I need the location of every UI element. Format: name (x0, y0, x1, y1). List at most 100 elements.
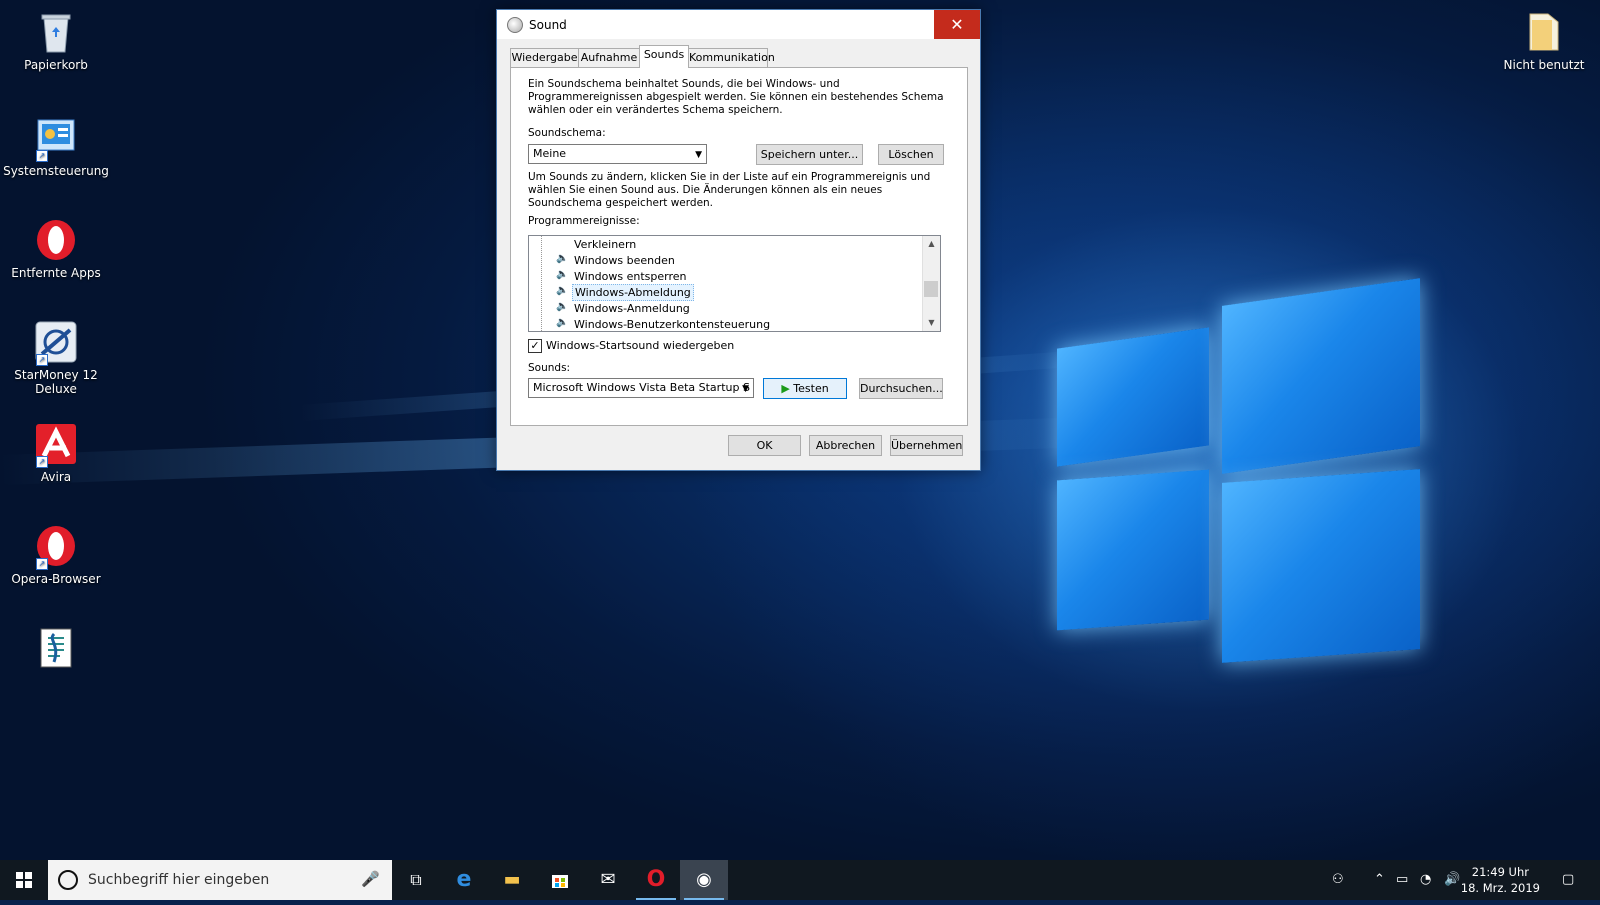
windows-logo-pane (1222, 469, 1420, 663)
speaker-icon: 🔈 (556, 253, 569, 264)
tab-communication[interactable]: Kommunikation (688, 48, 775, 67)
speaker-icon: 🔈 (556, 285, 569, 296)
desktop-icon-avira[interactable]: ↗ Avira (0, 422, 112, 484)
events-scrollbar[interactable]: ▲ ▼ (922, 236, 940, 331)
dialog-title: Sound (529, 18, 567, 32)
list-item-selected[interactable]: Windows-Abmeldung (572, 284, 694, 301)
events-label: Programmereignisse: (528, 215, 640, 227)
desktop-icon-label: Entfernte Apps (11, 266, 101, 280)
control-panel-icon: ↗ (34, 116, 78, 162)
desktop-icon-label: Papierkorb (24, 58, 88, 72)
windows-logo-pane (1057, 469, 1209, 631)
avira-icon: ↗ (34, 422, 78, 468)
list-item[interactable]: Windows beenden (572, 253, 677, 268)
desktop: Papierkorb ↗ Systemsteuerung Entfernte A… (0, 0, 1600, 860)
list-item[interactable]: Windows-Benutzerkontensteuerung (572, 317, 772, 331)
cortana-icon (58, 870, 78, 890)
apply-button[interactable]: Übernehmen (890, 435, 963, 456)
browse-button[interactable]: Durchsuchen... (859, 378, 943, 399)
scrollbar-thumb[interactable] (924, 281, 938, 297)
chevron-down-icon: ▼ (742, 384, 749, 394)
close-button[interactable]: ✕ (934, 10, 980, 39)
sound-app-icon[interactable]: ◉ (680, 860, 728, 900)
mail-icon[interactable]: ✉ (584, 860, 632, 900)
windows-start-icon (16, 872, 32, 888)
scheme-value: Meine (533, 147, 567, 160)
scroll-up-icon[interactable]: ▲ (923, 236, 940, 252)
shortcut-arrow-icon: ↗ (36, 456, 48, 468)
search-placeholder: Suchbegriff hier eingeben (88, 872, 270, 888)
delete-button[interactable]: Löschen (878, 144, 944, 165)
shortcut-arrow-icon: ↗ (36, 558, 48, 570)
battery-icon[interactable]: ▭ (1396, 860, 1408, 900)
play-icon: ▶ (781, 382, 790, 395)
desktop-icon-label: Avira (40, 470, 72, 484)
opera-icon: ↗ (34, 524, 78, 570)
test-button-label: Testen (793, 382, 829, 395)
desktop-icon-label: StarMoney 12 Deluxe (14, 368, 98, 396)
program-events-list[interactable]: Verkleinern 🔈 Windows beenden 🔈 Windows … (528, 235, 941, 332)
clock-date: 18. Mrz. 2019 (1460, 881, 1540, 895)
opera-icon[interactable]: O (632, 860, 680, 900)
sound-dialog: Sound ✕ Wiedergabe Aufnahme Sounds Kommu… (496, 9, 981, 471)
people-icon[interactable]: ⚇ (1332, 860, 1344, 900)
list-item[interactable]: Windows-Anmeldung (572, 301, 692, 316)
taskbar: Suchbegriff hier eingeben 🎤 ⧉ e ▬ ✉ O ◉ … (0, 860, 1600, 900)
test-button[interactable]: ▶ Testen (763, 378, 847, 399)
tab-playback[interactable]: Wiedergabe (510, 48, 579, 67)
windows-logo-pane (1057, 327, 1209, 467)
cancel-button[interactable]: Abbrechen (809, 435, 882, 456)
sound-value: Microsoft Windows Vista Beta Startup S (533, 381, 750, 394)
tree-line (541, 236, 543, 331)
sounds-label: Sounds: (528, 362, 571, 374)
desktop-icon-remote-apps[interactable]: Entfernte Apps (0, 218, 112, 280)
tab-sounds[interactable]: Sounds (639, 45, 689, 68)
desktop-icon-control-panel[interactable]: ↗ Systemsteuerung (0, 116, 112, 178)
desktop-icon-label: Opera-Browser (11, 572, 101, 586)
folder-icon (1522, 10, 1566, 54)
clock-time: 21:49 Uhr (1471, 865, 1529, 879)
volume-icon[interactable]: 🔊 (1444, 860, 1460, 900)
clock[interactable]: 21:49 Uhr 18. Mrz. 2019 (1461, 864, 1540, 896)
task-view-icon[interactable]: ⧉ (392, 860, 440, 900)
change-text: Um Sounds zu ändern, klicken Sie in der … (528, 171, 931, 209)
dialog-titlebar[interactable]: Sound ✕ (497, 10, 980, 39)
startup-sound-label[interactable]: Windows-Startsound wiedergeben (546, 339, 734, 352)
desktop-icon-script-file[interactable] (0, 626, 112, 674)
speaker-icon: 🔈 (556, 317, 569, 328)
list-item[interactable]: Verkleinern (572, 237, 638, 252)
scheme-label: Soundschema: (528, 127, 606, 139)
edge-icon[interactable]: e (440, 860, 488, 900)
chevron-up-icon[interactable]: ⌃ (1374, 860, 1385, 900)
save-as-button[interactable]: Speichern unter... (756, 144, 863, 165)
list-item[interactable]: Windows entsperren (572, 269, 688, 284)
scheme-select[interactable]: Meine ▼ (528, 144, 707, 164)
scroll-down-icon[interactable]: ▼ (923, 315, 940, 331)
tab-recording[interactable]: Aufnahme (578, 48, 640, 67)
sounds-panel: Ein Soundschema beinhaltet Sounds, die b… (510, 67, 968, 426)
desktop-icon-opera-browser[interactable]: ↗ Opera-Browser (0, 524, 112, 586)
opera-icon (34, 218, 78, 262)
search-input[interactable]: Suchbegriff hier eingeben 🎤 (48, 860, 392, 900)
startup-sound-checkbox[interactable]: ✓ (528, 339, 542, 353)
store-icon[interactable] (536, 860, 584, 900)
starmoney-icon: ↗ (34, 320, 78, 366)
ok-button[interactable]: OK (728, 435, 801, 456)
desktop-icon-recycle-bin[interactable]: Papierkorb (0, 10, 112, 72)
recycle-bin-icon (34, 10, 78, 54)
shortcut-arrow-icon: ↗ (36, 150, 48, 162)
shortcut-arrow-icon: ↗ (36, 354, 48, 366)
network-icon[interactable]: ◔ (1420, 860, 1431, 900)
file-explorer-icon[interactable]: ▬ (488, 860, 536, 900)
microphone-icon[interactable]: 🎤 (361, 870, 380, 888)
action-center-icon[interactable]: ▢ (1562, 860, 1574, 900)
desktop-icon-unused-folder[interactable]: Nicht benutzt (1488, 10, 1600, 72)
desktop-icon-label: Systemsteuerung (3, 164, 109, 178)
desktop-icon-starmoney[interactable]: ↗ StarMoney 12 Deluxe (0, 320, 112, 396)
desktop-icon-label: Nicht benutzt (1503, 58, 1585, 72)
speaker-app-icon (507, 17, 523, 33)
start-button[interactable] (0, 860, 48, 900)
speaker-icon: 🔈 (556, 269, 569, 280)
intro-text: Ein Soundschema beinhaltet Sounds, die b… (528, 78, 944, 116)
sound-select[interactable]: Microsoft Windows Vista Beta Startup S ▼ (528, 378, 754, 398)
